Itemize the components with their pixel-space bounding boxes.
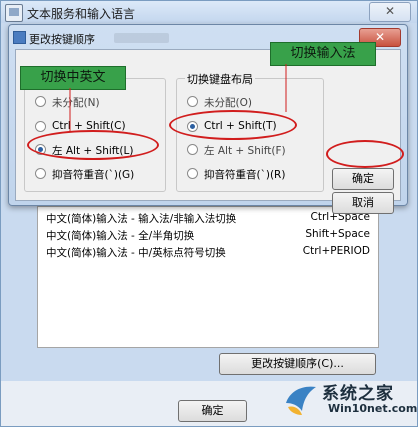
radio-unassigned[interactable] [187, 96, 198, 107]
dialog-cancel-button[interactable]: 取消 [332, 192, 394, 214]
main-ok-button[interactable]: 确定 [178, 400, 247, 422]
highlight-ctrl-shift [169, 110, 297, 140]
watermark-logo-icon [286, 386, 316, 415]
main-window-title: 文本服务和输入语言 [27, 7, 136, 21]
hotkey-action: 中文(简体)输入法 - 全/半角切换 [46, 230, 195, 242]
highlight-left-alt-shift [27, 130, 159, 160]
hotkey-keys: Shift+Space [305, 228, 370, 240]
hotkey-action: 中文(简体)输入法 - 输入法/非输入法切换 [46, 213, 237, 225]
window-app-icon [5, 4, 23, 22]
hotkey-list: 中文(简体)输入法 - 输入法/非输入法切换 Ctrl+Space 中文(简体)… [37, 206, 379, 348]
layout-option-label: 抑音符重音(`)(R) [204, 169, 286, 181]
layout-option-label: 未分配(O) [204, 97, 252, 109]
radio-grave-accent[interactable] [35, 168, 46, 179]
dialog-app-icon [13, 31, 26, 44]
hotkey-row[interactable]: 中文(简体)输入法 - 全/半角切换 Shift+Space [46, 228, 372, 244]
hotkey-row[interactable]: 中文(简体)输入法 - 输入法/非输入法切换 Ctrl+Space [46, 211, 372, 227]
main-titlebar: 文本服务和输入语言 ✕ [1, 1, 417, 23]
radio-left-alt-shift[interactable] [187, 144, 198, 155]
radio-unassigned[interactable] [35, 96, 46, 107]
callout-switch-chinese-english: 切换中英文 [20, 66, 126, 90]
main-close-button[interactable]: ✕ [369, 2, 411, 22]
watermark-url: Win10net.com [328, 402, 418, 415]
layout-option-label: 左 Alt + Shift(F) [204, 145, 286, 157]
watermark-site-name: 系统之家 [322, 384, 394, 404]
change-key-sequence-button[interactable]: 更改按键顺序(C)... [219, 353, 376, 375]
hotkey-keys: Ctrl+PERIOD [302, 245, 370, 257]
callout-switch-input-method: 切换输入法 [270, 42, 376, 66]
dialog-title: 更改按键顺序 [29, 33, 95, 46]
hotkey-action: 中文(简体)输入法 - 中/英标点符号切换 [46, 247, 226, 259]
lang-option-label: 抑音符重音(`)(G) [52, 169, 135, 181]
hotkey-row[interactable]: 中文(简体)输入法 - 中/英标点符号切换 Ctrl+PERIOD [46, 245, 372, 261]
lang-option-label: 未分配(N) [52, 97, 100, 109]
highlight-ok-button [326, 140, 404, 168]
blurred-title-region [114, 33, 169, 43]
radio-ctrl-shift[interactable] [35, 121, 46, 132]
radio-grave-accent[interactable] [187, 168, 198, 179]
site-watermark: 系统之家 Win10net.com [282, 377, 418, 425]
dialog-ok-button[interactable]: 确定 [332, 168, 394, 190]
switch-keyboard-layout-label: 切换键盘布局 [185, 71, 255, 87]
